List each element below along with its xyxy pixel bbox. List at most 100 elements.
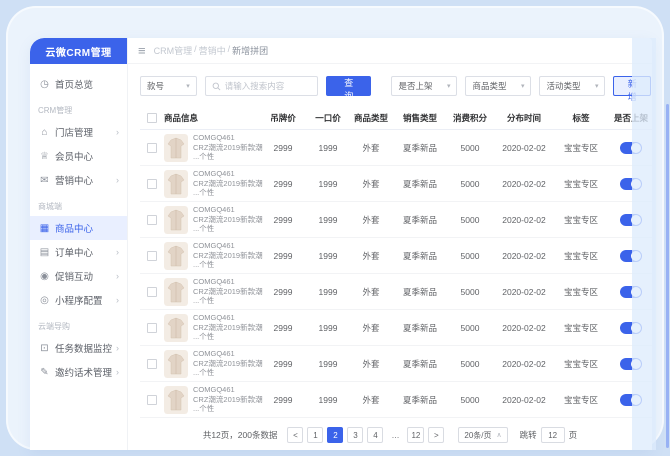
row-checkbox[interactable] — [147, 143, 157, 153]
sidebar-section-label: 云端导购 — [30, 312, 127, 336]
next-page-button[interactable]: > — [428, 427, 444, 443]
field-select[interactable]: 款号 ▾ — [140, 76, 197, 96]
sidebar-item-product[interactable]: ▦商品中心 — [30, 216, 127, 240]
row-checkbox[interactable] — [147, 359, 157, 369]
sidebar-item-invite-script[interactable]: ✎邀约话术管理› — [30, 360, 127, 384]
sidebar-item-marketing[interactable]: ✉营销中心› — [30, 168, 127, 192]
search-box[interactable] — [205, 76, 318, 96]
row-checkbox[interactable] — [147, 215, 157, 225]
filter-bar: 款号 ▾ 查询 是否上架▾商品类型▾活动类型▾ 新增 — [140, 72, 651, 100]
script-icon: ✎ — [38, 367, 51, 378]
jump-input[interactable] — [541, 427, 565, 443]
row-checkbox[interactable] — [147, 179, 157, 189]
sidebar-item-label: 小程序配置 — [55, 293, 103, 307]
breadcrumb-item[interactable]: 营销中 — [199, 44, 226, 57]
pager: <1234…12> — [287, 427, 444, 443]
row-checkbox[interactable] — [147, 395, 157, 405]
breadcrumb-item[interactable]: CRM管理 — [154, 44, 193, 57]
checkbox-cell — [140, 215, 164, 225]
sidebar-item-member[interactable]: ♕会员中心 — [30, 144, 127, 168]
row-checkbox[interactable] — [147, 323, 157, 333]
tag-cell: 宝宝专区 — [556, 142, 606, 154]
product-image — [164, 350, 188, 378]
product-desc-2: ...个性 — [193, 260, 263, 270]
query-button[interactable]: 查询 — [326, 76, 372, 96]
tag-cell: 宝宝专区 — [556, 358, 606, 370]
publish-time-cell: 2020-02-02 — [492, 143, 556, 153]
marketing-icon: ✉ — [38, 175, 51, 186]
product-desc-2: ...个性 — [193, 404, 263, 414]
column-header: 商品类型 — [350, 112, 392, 124]
filter-select[interactable]: 商品类型▾ — [465, 76, 531, 96]
row-checkbox[interactable] — [147, 287, 157, 297]
page-button[interactable]: 2 — [327, 427, 343, 443]
sidebar-item-promotion[interactable]: ◉促销互动› — [30, 264, 127, 288]
sidebar-item-task-monitor[interactable]: ⊡任务数据监控› — [30, 336, 127, 360]
breadcrumb-separator: / — [194, 44, 197, 57]
row-checkbox[interactable] — [147, 251, 157, 261]
product-text: COMGQ461CRZ潮流2019新款潮...个性 — [193, 349, 263, 378]
page-button[interactable]: 4 — [367, 427, 383, 443]
prev-page-button[interactable]: < — [287, 427, 303, 443]
breadcrumb-item[interactable]: 新增拼团 — [232, 44, 268, 57]
product-type-cell: 外套 — [350, 178, 392, 190]
sidebar-item-home[interactable]: ◷首页总览 — [30, 72, 127, 96]
scrollbar[interactable] — [666, 104, 669, 448]
sidebar-item-order[interactable]: ▤订单中心› — [30, 240, 127, 264]
tag-price-cell: 2999 — [260, 143, 306, 153]
points-cell: 5000 — [448, 251, 492, 261]
sidebar-item-label: 任务数据监控 — [55, 341, 112, 355]
chevron-right-icon: › — [116, 295, 119, 305]
product-type-cell: 外套 — [350, 286, 392, 298]
sidebar-item-store[interactable]: ⌂门店管理› — [30, 120, 127, 144]
product-image — [164, 170, 188, 198]
checkbox-cell — [140, 323, 164, 333]
one-price-cell: 1999 — [306, 359, 350, 369]
product-text: COMGQ461CRZ潮流2019新款潮...个性 — [193, 169, 263, 198]
page-size-select[interactable]: 20条/页 ∧ — [458, 427, 507, 443]
sidebar-item-label: 门店管理 — [55, 125, 93, 139]
sidebar-nav: ◷首页总览CRM管理⌂门店管理›♕会员中心✉营销中心›商城端▦商品中心▤订单中心… — [30, 64, 127, 384]
one-price-cell: 1999 — [306, 179, 350, 189]
page-button[interactable]: 1 — [307, 427, 323, 443]
page-button[interactable]: … — [387, 427, 403, 443]
sidebar-item-label: 营销中心 — [55, 173, 93, 187]
select-all-checkbox[interactable] — [147, 113, 157, 123]
search-input[interactable] — [225, 81, 311, 91]
sidebar-item-label: 促销互动 — [55, 269, 93, 283]
table-row: COMGQ461CRZ潮流2019新款潮...个性29991999外套夏季新品5… — [140, 274, 652, 310]
publish-time-cell: 2020-02-02 — [492, 359, 556, 369]
page-size-value: 20条/页 — [464, 430, 491, 441]
product-type-cell: 外套 — [350, 358, 392, 370]
sidebar-item-label: 首页总览 — [55, 77, 93, 91]
filter-select[interactable]: 是否上架▾ — [391, 76, 457, 96]
pagination-summary: 共12页，200条数据 — [203, 429, 278, 441]
device-frame: 云微CRM管理 ◷首页总览CRM管理⌂门店管理›♕会员中心✉营销中心›商城端▦商… — [6, 6, 664, 450]
sidebar-item-miniapp[interactable]: ◎小程序配置› — [30, 288, 127, 312]
product-desc: CRZ潮流2019新款潮 — [193, 287, 263, 297]
publish-time-cell: 2020-02-02 — [492, 323, 556, 333]
page-button[interactable]: 3 — [347, 427, 363, 443]
publish-time-cell: 2020-02-02 — [492, 179, 556, 189]
tag-price-cell: 2999 — [260, 215, 306, 225]
tag-price-cell: 2999 — [260, 395, 306, 405]
menu-toggle-icon[interactable]: ≡ — [138, 44, 146, 57]
tag-price-cell: 2999 — [260, 287, 306, 297]
chevron-right-icon: › — [116, 247, 119, 257]
publish-time-cell: 2020-02-02 — [492, 251, 556, 261]
product-desc: CRZ潮流2019新款潮 — [193, 143, 263, 153]
page-button[interactable]: 12 — [407, 427, 424, 443]
filter-select[interactable]: 活动类型▾ — [539, 76, 605, 96]
table-row: COMGQ461CRZ潮流2019新款潮...个性29991999外套夏季新品5… — [140, 382, 652, 418]
table-row: COMGQ461CRZ潮流2019新款潮...个性29991999外套夏季新品5… — [140, 130, 652, 166]
product-type-cell: 外套 — [350, 394, 392, 406]
tag-cell: 宝宝专区 — [556, 214, 606, 226]
chevron-down-icon: ▾ — [441, 82, 451, 90]
publish-time-cell: 2020-02-02 — [492, 215, 556, 225]
product-code: COMGQ461 — [193, 313, 263, 323]
product-image — [164, 386, 188, 414]
filter-select-value: 商品类型 — [472, 80, 506, 92]
points-cell: 5000 — [448, 215, 492, 225]
tag-price-cell: 2999 — [260, 179, 306, 189]
app-logo: 云微CRM管理 — [30, 38, 127, 64]
